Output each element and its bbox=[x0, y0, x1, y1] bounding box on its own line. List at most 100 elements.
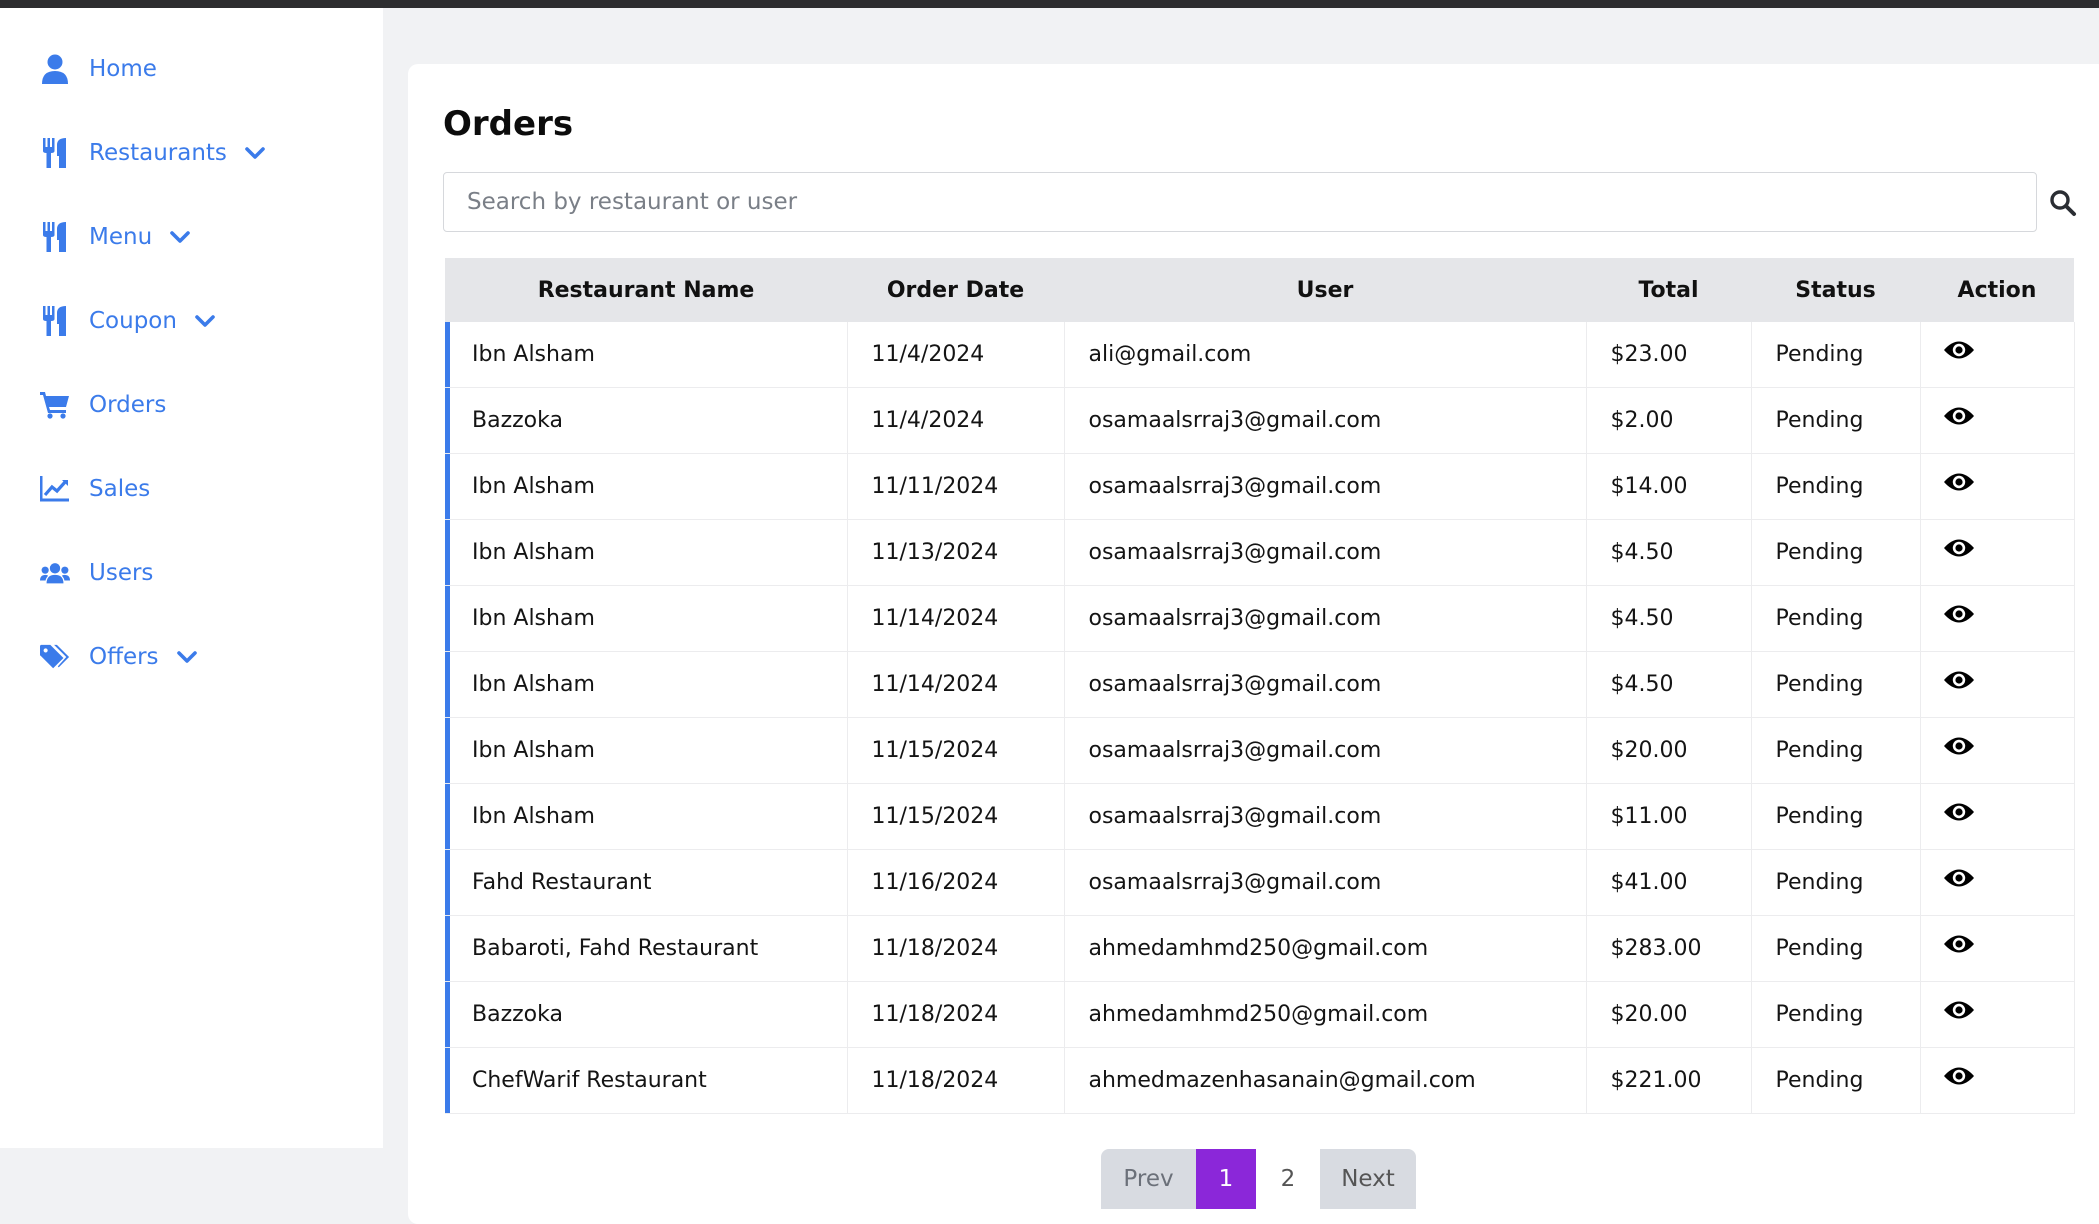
restaurant-name-cell: Babaroti, Fahd Restaurant bbox=[445, 915, 848, 982]
status-cell: Pending bbox=[1751, 453, 1921, 520]
status-cell: Pending bbox=[1751, 322, 1921, 388]
view-order-eye-icon[interactable] bbox=[1943, 405, 1975, 433]
view-order-eye-icon[interactable] bbox=[1943, 471, 1975, 499]
sidebar-item-label: Sales bbox=[89, 476, 151, 502]
page-2-button[interactable]: 2 bbox=[1256, 1149, 1320, 1209]
sidebar-item-menu[interactable]: Menu bbox=[40, 217, 190, 257]
action-cell bbox=[1920, 519, 2075, 586]
action-cell bbox=[1920, 783, 2075, 850]
action-cell bbox=[1920, 915, 2075, 982]
page-title: Orders bbox=[443, 104, 574, 144]
pagination: Prev 1 2 Next bbox=[1101, 1149, 1416, 1209]
action-cell bbox=[1920, 981, 2075, 1048]
order-date-cell: 11/15/2024 bbox=[847, 717, 1065, 784]
sidebar-item-label: Menu bbox=[89, 224, 153, 250]
column-header: Status bbox=[1751, 258, 1920, 322]
view-order-eye-icon[interactable] bbox=[1943, 339, 1975, 367]
sidebar-item-orders[interactable]: Orders bbox=[40, 385, 166, 425]
table-row: Fahd Restaurant 11/16/2024 osamaalsrraj3@g… bbox=[445, 849, 2075, 916]
sidebar-item-coupon[interactable]: Coupon bbox=[40, 301, 215, 341]
order-date-cell: 11/4/2024 bbox=[847, 322, 1065, 388]
user-email-cell: osamaalsrraj3@gmail.com bbox=[1064, 849, 1587, 916]
status-cell: Pending bbox=[1751, 915, 1921, 982]
user-email-cell: ahmedmazenhasanain@gmail.com bbox=[1064, 1047, 1587, 1114]
total-cell: $11.00 bbox=[1586, 783, 1752, 850]
user-email-cell: ali@gmail.com bbox=[1064, 322, 1587, 388]
table-row: ChefWarif Restaurant 11/18/2024 ahmedmazen… bbox=[445, 1047, 2075, 1114]
restaurant-name-cell: Ibn Alsham bbox=[445, 519, 848, 586]
user-email-cell: osamaalsrraj3@gmail.com bbox=[1064, 585, 1587, 652]
page-1-button[interactable]: 1 bbox=[1196, 1149, 1256, 1209]
table-header-row: Restaurant Name Order Date User Total Status… bbox=[445, 258, 2074, 322]
action-cell bbox=[1920, 849, 2075, 916]
utensils-icon bbox=[40, 222, 70, 252]
chevron-down-icon[interactable] bbox=[176, 650, 197, 664]
user-email-cell: osamaalsrraj3@gmail.com bbox=[1064, 519, 1587, 586]
status-cell: Pending bbox=[1751, 849, 1921, 916]
total-cell: $4.50 bbox=[1586, 651, 1752, 718]
status-cell: Pending bbox=[1751, 651, 1921, 718]
total-cell: $41.00 bbox=[1586, 849, 1752, 916]
view-order-eye-icon[interactable] bbox=[1943, 735, 1975, 763]
table-row: Ibn Alsham 11/13/2024 osamaalsrraj3@gmail.… bbox=[445, 519, 2075, 586]
table-row: Babaroti, Fahd Restaurant 11/18/2024 ahmed… bbox=[445, 915, 2075, 982]
order-date-cell: 11/16/2024 bbox=[847, 849, 1065, 916]
order-date-cell: 11/13/2024 bbox=[847, 519, 1065, 586]
table-row: Ibn Alsham 11/14/2024 osamaalsrraj3@gmail.… bbox=[445, 585, 2075, 652]
view-order-eye-icon[interactable] bbox=[1943, 669, 1975, 697]
view-order-eye-icon[interactable] bbox=[1943, 867, 1975, 895]
restaurant-name-cell: Ibn Alsham bbox=[445, 783, 848, 850]
table-row: Ibn Alsham 11/15/2024 osamaalsrraj3@gmail.… bbox=[445, 783, 2075, 850]
sidebar-item-users[interactable]: Users bbox=[40, 553, 153, 593]
orders-table: Restaurant Name Order Date User Total Status… bbox=[445, 258, 2075, 1114]
view-order-eye-icon[interactable] bbox=[1943, 933, 1975, 961]
order-date-cell: 11/11/2024 bbox=[847, 453, 1065, 520]
view-order-eye-icon[interactable] bbox=[1943, 999, 1975, 1027]
status-cell: Pending bbox=[1751, 387, 1921, 454]
chevron-down-icon[interactable] bbox=[245, 146, 265, 160]
sidebar-item-restaurants[interactable]: Restaurants bbox=[40, 133, 265, 173]
status-cell: Pending bbox=[1751, 519, 1921, 586]
user-email-cell: osamaalsrraj3@gmail.com bbox=[1064, 717, 1587, 784]
next-page-button[interactable]: Next bbox=[1320, 1149, 1416, 1209]
view-order-eye-icon[interactable] bbox=[1943, 1065, 1975, 1093]
total-cell: $221.00 bbox=[1586, 1047, 1752, 1114]
sidebar-item-label: Offers bbox=[89, 644, 159, 670]
column-header: Action bbox=[1920, 258, 2074, 322]
total-cell: $20.00 bbox=[1586, 717, 1752, 784]
search-icon[interactable] bbox=[2049, 189, 2077, 217]
table-row: Ibn Alsham 11/14/2024 osamaalsrraj3@gmail.… bbox=[445, 651, 2075, 718]
restaurant-name-cell: Bazzoka bbox=[445, 981, 848, 1048]
tags-icon bbox=[40, 642, 70, 672]
view-order-eye-icon[interactable] bbox=[1943, 537, 1975, 565]
sidebar-item-sales[interactable]: Sales bbox=[40, 469, 150, 509]
action-cell bbox=[1920, 651, 2075, 718]
view-order-eye-icon[interactable] bbox=[1943, 603, 1975, 631]
action-cell bbox=[1920, 1047, 2075, 1114]
prev-page-button[interactable]: Prev bbox=[1101, 1149, 1196, 1209]
top-bar bbox=[0, 0, 2099, 8]
sidebar-item-offers[interactable]: Offers bbox=[40, 637, 197, 677]
search-input[interactable] bbox=[443, 172, 2037, 232]
sidebar-item-label: Users bbox=[89, 560, 154, 586]
user-email-cell: ahmedamhmd250@gmail.com bbox=[1064, 981, 1587, 1048]
sidebar: Home Restaurants Menu Coupon Orders Sales User… bbox=[0, 8, 383, 1148]
order-date-cell: 11/18/2024 bbox=[847, 1047, 1065, 1114]
total-cell: $2.00 bbox=[1586, 387, 1752, 454]
chevron-down-icon[interactable] bbox=[195, 314, 215, 328]
users-icon bbox=[40, 558, 70, 588]
sidebar-item-home[interactable]: Home bbox=[40, 49, 157, 89]
column-header: Total bbox=[1586, 258, 1751, 322]
status-cell: Pending bbox=[1751, 585, 1921, 652]
sidebar-item-label: Coupon bbox=[89, 308, 177, 334]
chart-line-icon bbox=[40, 474, 70, 504]
total-cell: $4.50 bbox=[1586, 585, 1752, 652]
status-cell: Pending bbox=[1751, 717, 1921, 784]
utensils-icon bbox=[40, 138, 70, 168]
restaurant-name-cell: Ibn Alsham bbox=[445, 717, 848, 784]
view-order-eye-icon[interactable] bbox=[1943, 801, 1975, 829]
action-cell bbox=[1920, 322, 2075, 388]
chevron-down-icon[interactable] bbox=[170, 230, 190, 244]
sidebar-item-label: Orders bbox=[89, 392, 167, 418]
order-date-cell: 11/18/2024 bbox=[847, 915, 1065, 982]
